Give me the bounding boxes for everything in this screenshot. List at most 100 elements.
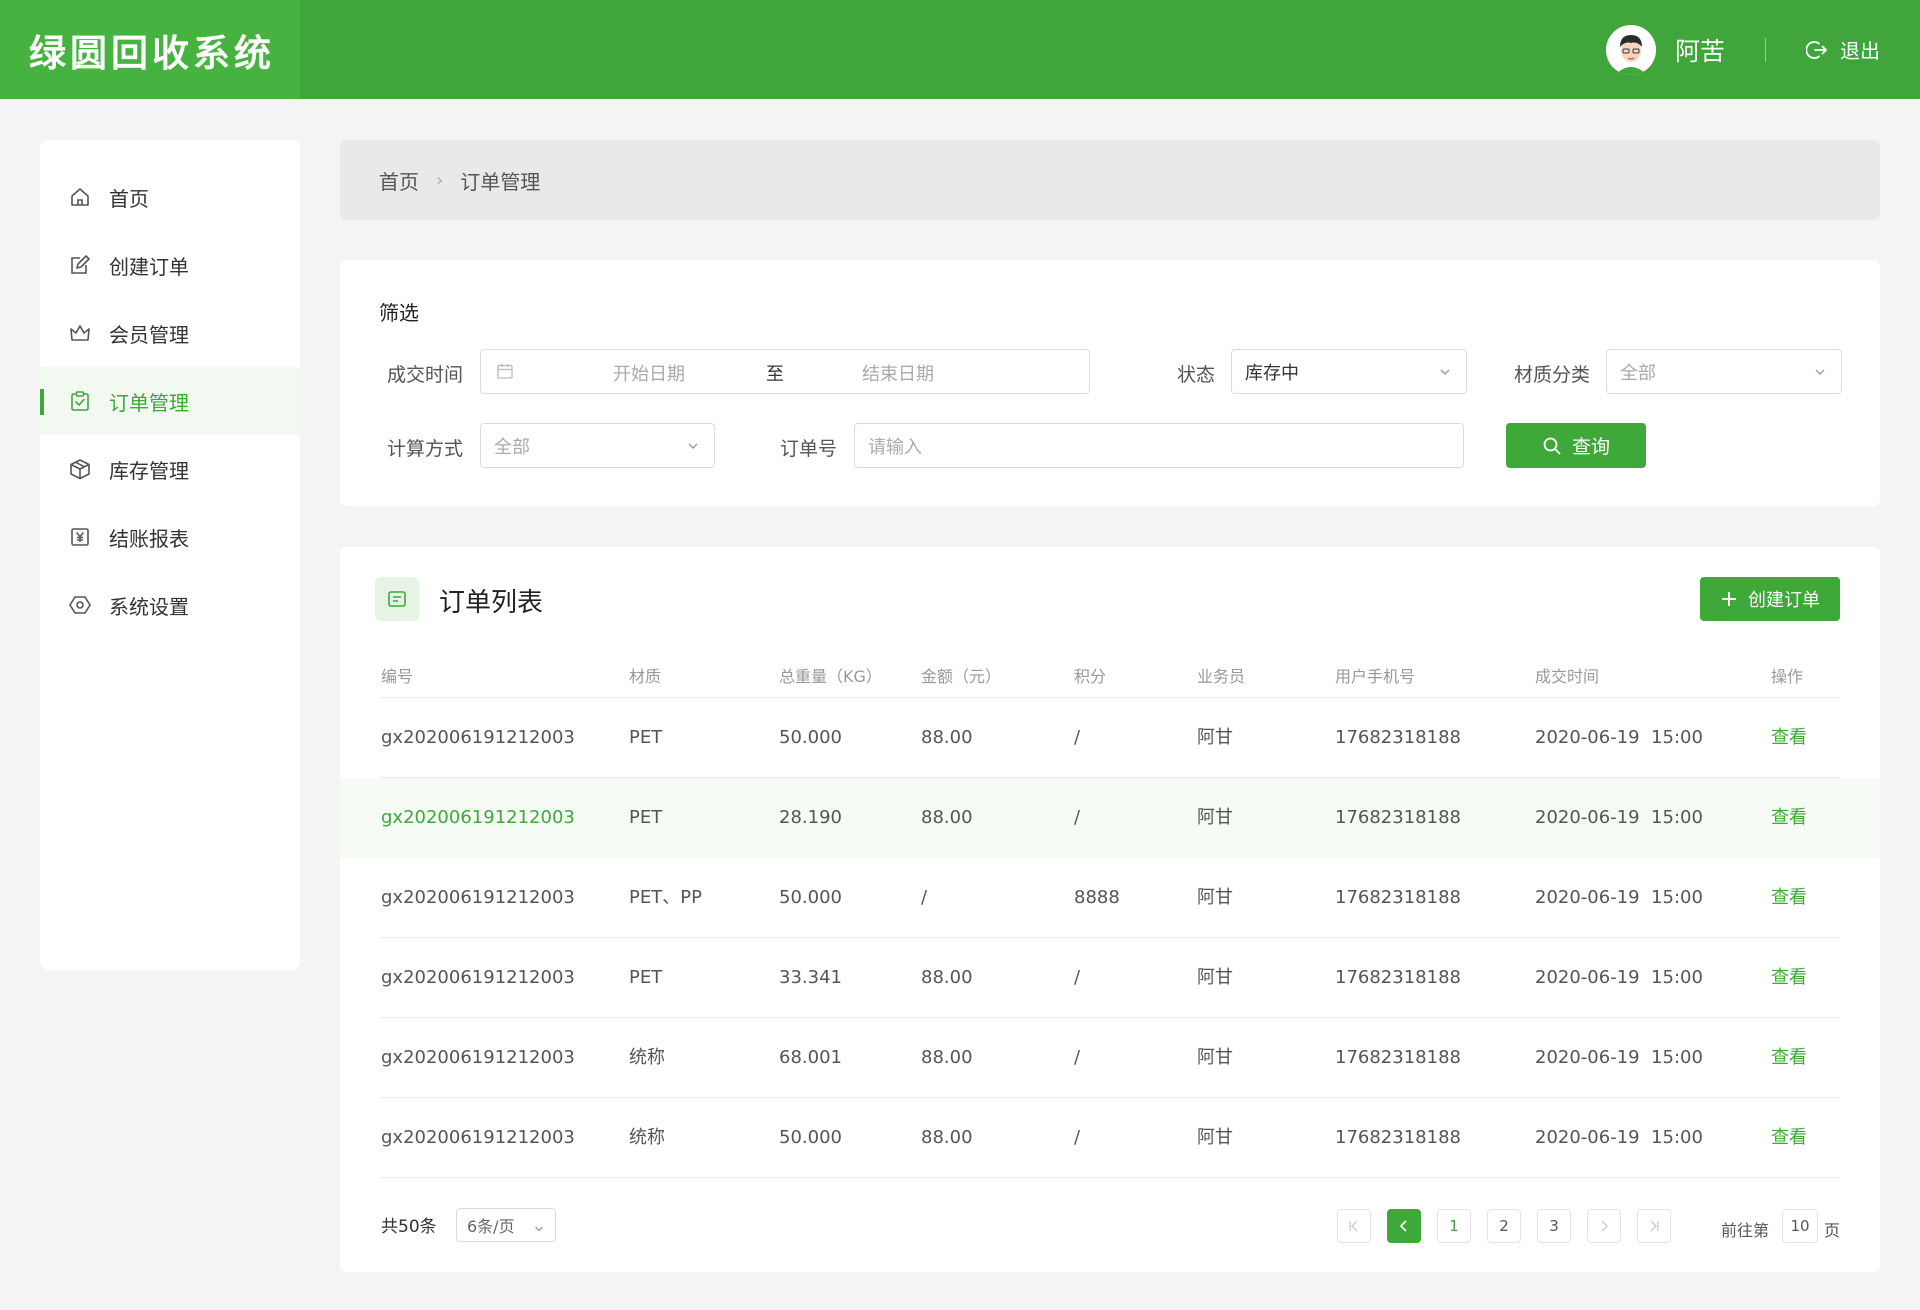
sidebar-item-settings[interactable]: 系统设置 [40,571,300,639]
cell-staff: 阿甘 [1197,1127,1233,1148]
page-size-select[interactable]: 6条/页 [456,1208,556,1242]
material-label: 材质分类 [1514,364,1591,386]
cell-time: 2020-06-19 15:00 [1535,1047,1703,1068]
table-row: gx202006191212003 统称 68.001 88.00 / 阿甘 1… [340,1018,1880,1098]
calc-method-value: 全部 [494,436,530,458]
first-page-button[interactable] [1337,1209,1371,1243]
last-page-button[interactable] [1637,1209,1671,1243]
range-separator: 至 [766,364,784,385]
breadcrumb: 首页 › 订单管理 [340,140,1880,220]
logout-label: 退出 [1840,39,1880,63]
cell-phone: 17682318188 [1335,1127,1461,1148]
crown-icon [69,322,91,344]
page-button-3[interactable]: 3 [1537,1209,1571,1243]
cell-staff: 阿甘 [1197,727,1233,748]
cell-time: 2020-06-19 15:00 [1535,967,1703,988]
page-button-2[interactable]: 2 [1487,1209,1521,1243]
user-avatar-icon[interactable] [1605,24,1656,75]
order-list-panel: 订单列表 创建订单 编号 材质 总重量（KG） 金额（元） 积分 业务员 用户手… [340,547,1880,1272]
user-area: 阿苦 退出 [1605,0,1920,99]
row-divider [380,1177,1840,1178]
cell-phone: 17682318188 [1335,1047,1461,1068]
edit-icon [69,254,91,276]
page-button-1[interactable]: 1 [1437,1209,1471,1243]
breadcrumb-home[interactable]: 首页 [379,166,419,195]
goto-page-input[interactable]: 10 [1782,1209,1818,1243]
goto-suffix: 页 [1824,1221,1841,1240]
cell-weight: 50.000 [779,727,842,748]
sidebar-item-inventory[interactable]: 库存管理 [40,435,300,503]
table-row: gx202006191212003 PET、PP 50.000 / 8888 阿… [340,858,1880,938]
sidebar-item-label: 会员管理 [109,322,189,347]
col-action: 操作 [1771,667,1804,686]
col-time: 成交时间 [1535,667,1600,686]
sidebar-item-create-order[interactable]: 创建订单 [40,231,300,299]
cell-amount: / [921,887,928,908]
yuan-icon [69,526,91,548]
calendar-icon [496,362,514,385]
chevron-right-icon: › [436,169,444,191]
settings-icon [69,594,91,616]
cell-points: / [1074,727,1081,748]
chevron-down-icon [533,1220,545,1239]
create-order-button[interactable]: 创建订单 [1700,577,1840,621]
col-phone: 用户手机号 [1335,667,1416,686]
goto-prefix: 前往第 [1721,1221,1770,1240]
cell-points: 8888 [1074,887,1120,908]
cell-weight: 28.190 [779,807,842,828]
cell-time: 2020-06-19 15:00 [1535,727,1703,748]
col-weight: 总重量（KG） [779,667,882,686]
last-page-icon [1650,1220,1659,1232]
cell-code: gx202006191212003 [381,887,575,908]
cell-staff: 阿甘 [1197,967,1233,988]
chevron-down-icon [1438,363,1452,384]
sidebar-item-label: 创建订单 [109,254,189,279]
sidebar: 首页 创建订单 会员管理 订单管理 库存管理 结账报表 系统设置 [40,140,300,970]
cell-code: gx202006191212003 [381,727,575,748]
status-select[interactable]: 库存中 [1231,349,1467,394]
start-date-input[interactable]: 开始日期 [613,360,685,386]
cell-material: PET、PP [629,887,702,908]
view-link[interactable]: 查看 [1771,858,1807,938]
sidebar-item-label: 订单管理 [109,390,189,415]
cell-amount: 88.00 [921,1127,973,1148]
cell-weight: 50.000 [779,887,842,908]
logout-button[interactable]: 退出 [1806,35,1880,64]
cell-time: 2020-06-19 15:00 [1535,807,1703,828]
cell-points: / [1074,807,1081,828]
calc-method-label: 计算方式 [387,438,464,460]
col-amount: 金额（元） [921,667,1002,686]
view-link[interactable]: 查看 [1771,938,1807,1018]
deal-time-label: 成交时间 [387,364,464,386]
calc-method-select[interactable]: 全部 [480,423,715,468]
end-date-input[interactable]: 结束日期 [862,360,934,386]
top-header: 绿圆回收系统 阿苦 退出 [0,0,1920,99]
filter-panel: 筛选 成交时间 开始日期 至 结束日期 状态 库存中 材质分类 全部 计算方式 … [340,260,1880,506]
order-no-input[interactable]: 请输入 [854,423,1464,468]
view-link[interactable]: 查看 [1771,1018,1807,1098]
view-link[interactable]: 查看 [1771,1098,1807,1178]
prev-page-button[interactable] [1387,1209,1421,1243]
query-button[interactable]: 查询 [1506,423,1646,468]
sidebar-item-label: 首页 [109,186,149,211]
cell-code: gx202006191212003 [381,1127,575,1148]
username[interactable]: 阿苦 [1675,32,1725,68]
search-icon [1543,437,1561,454]
sidebar-item-home[interactable]: 首页 [40,163,300,231]
cell-staff: 阿甘 [1197,1047,1233,1068]
next-page-button[interactable] [1587,1209,1621,1243]
sidebar-item-reports[interactable]: 结账报表 [40,503,300,571]
sidebar-item-label: 库存管理 [109,458,189,483]
sidebar-item-members[interactable]: 会员管理 [40,299,300,367]
date-range-picker[interactable]: 开始日期 至 结束日期 [480,349,1090,394]
view-link[interactable]: 查看 [1771,698,1807,778]
table-row: gx202006191212003 PET 50.000 88.00 / 阿甘 … [340,698,1880,778]
material-select[interactable]: 全部 [1606,349,1842,394]
cell-amount: 88.00 [921,967,973,988]
app-title: 绿圆回收系统 [0,0,300,99]
sidebar-item-orders[interactable]: 订单管理 [40,367,300,435]
view-link[interactable]: 查看 [1771,778,1807,858]
cell-phone: 17682318188 [1335,887,1461,908]
list-icon [375,577,419,621]
header-divider [1765,37,1766,62]
